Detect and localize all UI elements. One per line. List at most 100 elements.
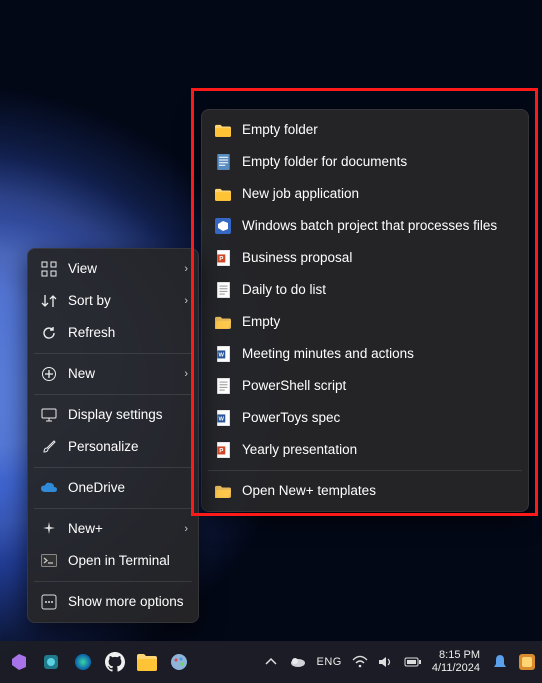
newplus_menu-item-empty[interactable]: Empty: [202, 306, 528, 338]
tray-time: 8:15 PM: [432, 649, 480, 662]
context_menu-separator: [34, 467, 192, 468]
svg-text:W: W: [218, 353, 224, 359]
context_menu-item-open-in-terminal[interactable]: Open in Terminal: [28, 545, 198, 577]
context_menu-item-label: OneDrive: [68, 478, 125, 498]
tray-volume-icon[interactable]: [378, 649, 394, 675]
vsproj-icon: [214, 217, 232, 235]
context_menu-item-label: Display settings: [68, 405, 163, 425]
newplus_menu-separator: [208, 470, 522, 471]
svg-text:P: P: [219, 256, 223, 263]
more-icon: [40, 593, 58, 611]
folder-icon: [214, 185, 232, 203]
newplus_menu-item-label: Empty: [242, 312, 280, 332]
newplus_menu-item-empty-folder[interactable]: Empty folder: [202, 114, 528, 146]
taskbar-app-edge[interactable]: [70, 649, 96, 675]
context_menu-item-onedrive[interactable]: OneDrive: [28, 472, 198, 504]
grid-icon: [40, 260, 58, 278]
context_menu-item-label: View: [68, 259, 97, 279]
refresh-icon: [40, 324, 58, 342]
context_menu-item-new[interactable]: New+ ›: [28, 513, 198, 545]
context_menu-item-show-more-options[interactable]: Show more options: [28, 586, 198, 618]
taskbar-app-explorer[interactable]: [134, 649, 160, 675]
newplus_menu-item-label: Windows batch project that processes fil…: [242, 216, 497, 236]
newplus_menu-item-label: Empty folder: [242, 120, 318, 140]
terminal-icon: [40, 552, 58, 570]
newplus_menu-item-label: Empty folder for documents: [242, 152, 407, 172]
context_menu-item-view[interactable]: View ›: [28, 253, 198, 285]
plus-icon: [40, 365, 58, 383]
tray-app-icon[interactable]: [518, 649, 536, 675]
context_menu-item-display-settings[interactable]: Display settings: [28, 399, 198, 431]
folder-open-icon: [214, 482, 232, 500]
taskbar-app-vs[interactable]: [6, 649, 32, 675]
cloud-icon: [40, 479, 58, 497]
newplus_menu-item-label: Daily to do list: [242, 280, 326, 300]
chevron-right-icon: ›: [184, 259, 188, 279]
context_menu-item-label: Refresh: [68, 323, 115, 343]
folder-icon: [214, 121, 232, 139]
svg-text:W: W: [218, 417, 224, 423]
newplus_menu-item-windows-batch-project-that-processes-files[interactable]: Windows batch project that processes fil…: [202, 210, 528, 242]
sort-icon: [40, 292, 58, 310]
chevron-right-icon: ›: [184, 364, 188, 384]
context_menu-item-sort-by[interactable]: Sort by ›: [28, 285, 198, 317]
newplus_menu-item-yearly-presentation[interactable]: P Yearly presentation: [202, 434, 528, 466]
tray-weather-icon[interactable]: [289, 649, 307, 675]
taskbar-app-paint[interactable]: [166, 649, 192, 675]
taskbar-app-github[interactable]: [102, 649, 128, 675]
newplus_menu-item-label: New job application: [242, 184, 359, 204]
context_menu-separator: [34, 353, 192, 354]
context_menu-separator: [34, 394, 192, 395]
tray-overflow-chevron-icon[interactable]: [263, 649, 279, 675]
newplus_menu-item-label: Meeting minutes and actions: [242, 344, 414, 364]
newplus_menu-item-powershell-script[interactable]: PowerShell script: [202, 370, 528, 402]
context_menu-item-personalize[interactable]: Personalize: [28, 431, 198, 463]
newplus_menu-item-label: PowerToys spec: [242, 408, 340, 428]
newplus_menu-item-daily-to-do-list[interactable]: Daily to do list: [202, 274, 528, 306]
tray-battery-icon[interactable]: [404, 649, 422, 675]
newplus_menu-item-empty-folder-for-documents[interactable]: Empty folder for documents: [202, 146, 528, 178]
tray-wifi-icon[interactable]: [352, 649, 368, 675]
newplus-submenu: Empty folder Empty folder for documents Ne…: [201, 109, 529, 512]
context_menu-item-new[interactable]: New ›: [28, 358, 198, 390]
taskbar: ENG 8:15 PM 4/11/2024: [0, 641, 542, 683]
newplus_menu-item-label: Business proposal: [242, 248, 352, 268]
context_menu-item-label: New+: [68, 519, 103, 539]
context_menu-separator: [34, 581, 192, 582]
sparkle-icon: [40, 520, 58, 538]
monitor-icon: [40, 406, 58, 424]
newplus_menu-item-business-proposal[interactable]: P Business proposal: [202, 242, 528, 274]
tray-date: 4/11/2024: [432, 662, 480, 675]
docx-icon: W: [214, 409, 232, 427]
docx-icon: W: [214, 345, 232, 363]
svg-text:P: P: [219, 448, 223, 455]
newplus_menu-item-new-job-application[interactable]: New job application: [202, 178, 528, 210]
txt-icon: [214, 377, 232, 395]
newplus_menu-item-label: Yearly presentation: [242, 440, 357, 460]
doclib-icon: [214, 153, 232, 171]
brush-icon: [40, 438, 58, 456]
tray-clock[interactable]: 8:15 PM 4/11/2024: [432, 649, 482, 675]
context_menu-item-label: Open in Terminal: [68, 551, 170, 571]
context_menu-separator: [34, 508, 192, 509]
pptx-icon: P: [214, 249, 232, 267]
context_menu-item-refresh[interactable]: Refresh: [28, 317, 198, 349]
newplus_menu-item-open-new-templates[interactable]: Open New+ templates: [202, 475, 528, 507]
tray-language[interactable]: ENG: [317, 656, 342, 668]
context_menu-item-label: Show more options: [68, 592, 184, 612]
taskbar-app-copilot[interactable]: [38, 649, 64, 675]
taskbar-system-tray: ENG 8:15 PM 4/11/2024: [263, 649, 536, 675]
newplus_menu-item-label: Open New+ templates: [242, 481, 376, 501]
newplus_menu-item-meeting-minutes-and-actions[interactable]: W Meeting minutes and actions: [202, 338, 528, 370]
txt-icon: [214, 281, 232, 299]
chevron-right-icon: ›: [184, 519, 188, 539]
pptx-icon: P: [214, 441, 232, 459]
taskbar-apps: [6, 649, 192, 675]
context_menu-item-label: New: [68, 364, 95, 384]
context_menu-item-label: Sort by: [68, 291, 111, 311]
desktop-context-menu: View › Sort by › Refresh New › Display settings…: [27, 248, 199, 623]
newplus_menu-item-powertoys-spec[interactable]: W PowerToys spec: [202, 402, 528, 434]
tray-notifications-icon[interactable]: [492, 649, 508, 675]
context_menu-item-label: Personalize: [68, 437, 139, 457]
chevron-right-icon: ›: [184, 291, 188, 311]
